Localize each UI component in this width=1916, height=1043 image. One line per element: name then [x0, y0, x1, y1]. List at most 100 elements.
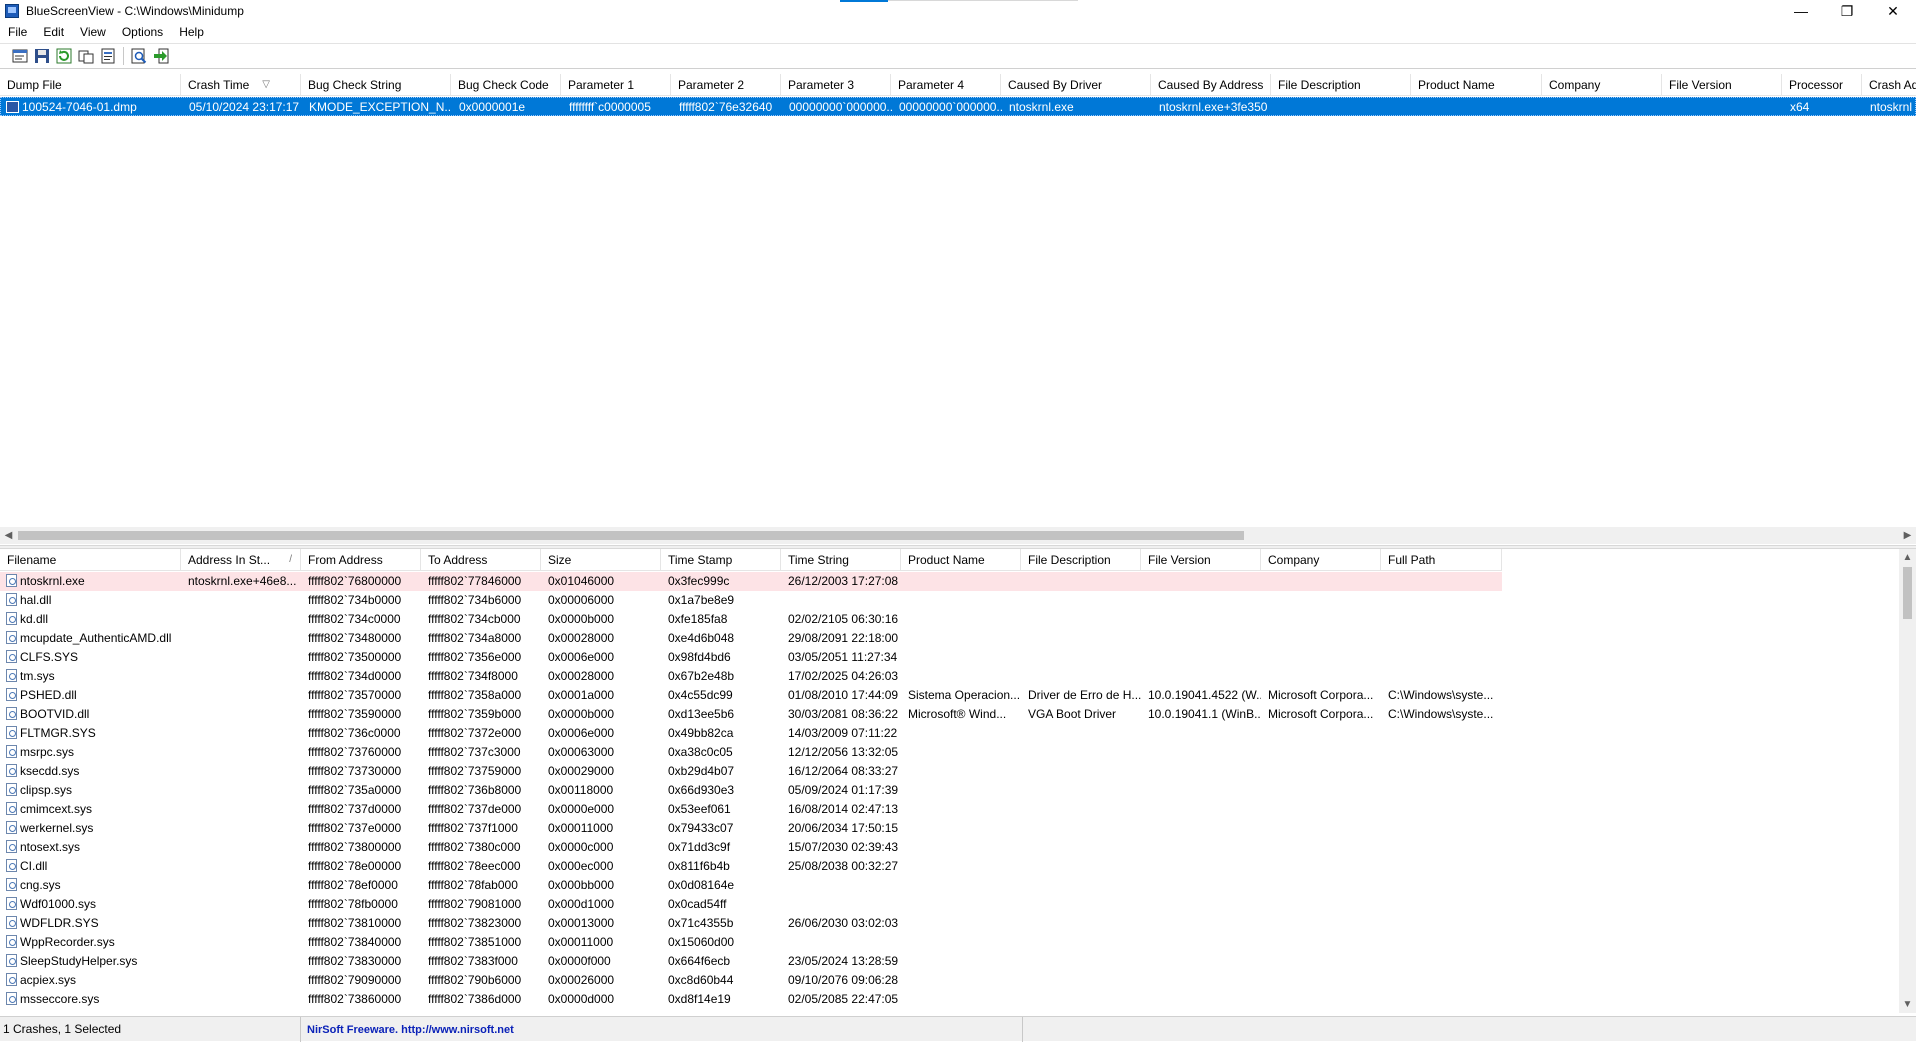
module-row[interactable]: CLFS.SYS fffff802`73500000 fffff802`7356e0… [0, 648, 1502, 667]
mod-filename: msseccore.sys [0, 990, 181, 1009]
col-parameter-1[interactable]: Parameter 1 [561, 74, 671, 96]
col-bug-check-string[interactable]: Bug Check String [301, 74, 451, 96]
crash-list-hscrollbar[interactable]: ◀ ▶ [0, 527, 1916, 544]
menu-options[interactable]: Options [114, 25, 171, 39]
col-bug-check-code[interactable]: Bug Check Code [451, 74, 561, 96]
col-processor[interactable]: Processor [1782, 74, 1862, 96]
scroll-up-arrow-icon[interactable]: ▲ [1899, 549, 1916, 566]
col-time-stamp[interactable]: Time Stamp [661, 549, 781, 571]
module-row[interactable]: cng.sys fffff802`78ef0000 fffff802`78fab00… [0, 876, 1502, 895]
mod-time-stamp: 0x0d08164e [668, 878, 735, 892]
menu-view[interactable]: View [72, 25, 114, 39]
module-row[interactable]: hal.dll fffff802`734b0000 fffff802`734b600… [0, 591, 1502, 610]
col-mod-product-name[interactable]: Product Name [901, 549, 1021, 571]
col-mod-company[interactable]: Company [1261, 549, 1381, 571]
mod-full-path [1381, 762, 1502, 781]
mod-to-address: fffff802`736b8000 [428, 783, 522, 797]
module-row[interactable]: tm.sys fffff802`734d0000 fffff802`734f8000… [0, 667, 1502, 686]
module-list-vscrollbar[interactable]: ▲ ▼ [1899, 549, 1916, 1013]
col-to-address[interactable]: To Address [421, 549, 541, 571]
mod-product-name [901, 952, 1021, 971]
exit-button[interactable] [151, 46, 171, 66]
scroll-left-arrow-icon[interactable]: ◀ [0, 527, 17, 544]
properties-button[interactable] [10, 46, 30, 66]
module-row[interactable]: FLTMGR.SYS fffff802`736c0000 fffff802`7372… [0, 724, 1502, 743]
module-row[interactable]: ntoskrnl.exe ntoskrnl.exe+46e8... fffff802… [0, 572, 1502, 591]
col-crash-time[interactable]: Crash Time ▽ [181, 74, 301, 96]
copy-button[interactable] [76, 46, 96, 66]
nirsoft-link[interactable]: NirSoft Freeware. http://www.nirsoft.net [301, 1016, 1023, 1042]
col-crash-address[interactable]: Crash Ad [1862, 74, 1916, 96]
scroll-down-arrow-icon[interactable]: ▼ [1899, 996, 1916, 1013]
module-row[interactable]: msrpc.sys fffff802`73760000 fffff802`737c3… [0, 743, 1502, 762]
mod-address-in-stack [181, 876, 301, 895]
module-row[interactable]: msseccore.sys fffff802`73860000 fffff802`7… [0, 990, 1502, 1009]
col-size[interactable]: Size [541, 549, 661, 571]
mod-full-path [1381, 971, 1502, 990]
col-from-address[interactable]: From Address [301, 549, 421, 571]
col-parameter-3[interactable]: Parameter 3 [781, 74, 891, 96]
menu-edit[interactable]: Edit [35, 25, 72, 39]
module-row[interactable]: clipsp.sys fffff802`735a0000 fffff802`736b… [0, 781, 1502, 800]
col-caused-by-address[interactable]: Caused By Address [1151, 74, 1271, 96]
col-dump-file[interactable]: Dump File [0, 74, 181, 96]
col-full-path[interactable]: Full Path [1381, 549, 1502, 571]
mod-product-name [901, 819, 1021, 838]
col-mod-file-description[interactable]: File Description [1021, 549, 1141, 571]
module-row[interactable]: ksecdd.sys fffff802`73730000 fffff802`7375… [0, 762, 1502, 781]
find-button[interactable] [129, 46, 149, 66]
mod-file-description [1021, 971, 1141, 990]
vscroll-thumb[interactable] [1903, 567, 1912, 619]
mod-file-description [1021, 781, 1141, 800]
mod-product-name [901, 572, 1021, 591]
col-filename[interactable]: Filename [0, 549, 181, 571]
parameter-4: 00000000`000000... [899, 100, 1002, 114]
module-row[interactable]: WppRecorder.sys fffff802`73840000 fffff802… [0, 933, 1502, 952]
module-row[interactable]: acpiex.sys fffff802`79090000 fffff802`790b… [0, 971, 1502, 990]
report-button[interactable] [98, 46, 118, 66]
menu-help[interactable]: Help [171, 25, 212, 39]
module-file-name: mcupdate_AuthenticAMD.dll [20, 631, 172, 645]
col-address-in-stack[interactable]: Address In St... / [181, 549, 301, 571]
module-row[interactable]: werkernel.sys fffff802`737e0000 fffff802`7… [0, 819, 1502, 838]
mod-file-description [1021, 933, 1141, 952]
col-file-description[interactable]: File Description [1271, 74, 1411, 96]
module-file-name: WDFLDR.SYS [20, 916, 99, 930]
col-parameter-4[interactable]: Parameter 4 [891, 74, 1001, 96]
module-row[interactable]: Wdf01000.sys fffff802`78fb0000 fffff802`79… [0, 895, 1502, 914]
close-button[interactable]: ✕ [1870, 0, 1916, 22]
module-row[interactable]: SleepStudyHelper.sys fffff802`73830000 fff… [0, 952, 1502, 971]
mod-full-path [1381, 914, 1502, 933]
restore-button[interactable]: ❐ [1824, 0, 1870, 22]
module-row[interactable]: BOOTVID.dll fffff802`73590000 fffff802`735… [0, 705, 1502, 724]
module-row[interactable]: kd.dll fffff802`734c0000 fffff802`734cb000… [0, 610, 1502, 629]
mod-time-string: 26/06/2030 03:02:03 [788, 916, 899, 930]
col-time-string[interactable]: Time String [781, 549, 901, 571]
module-row[interactable]: PSHED.dll fffff802`73570000 fffff802`7358a… [0, 686, 1502, 705]
module-row[interactable]: mcupdate_AuthenticAMD.dll fffff802`734800… [0, 629, 1502, 648]
mod-time-string: 25/08/2038 00:32:27 [788, 859, 899, 873]
col-parameter-2[interactable]: Parameter 2 [671, 74, 781, 96]
module-row[interactable]: cmimcext.sys fffff802`737d0000 fffff802`73… [0, 800, 1502, 819]
save-button[interactable] [32, 46, 52, 66]
col-product-name[interactable]: Product Name [1411, 74, 1542, 96]
scroll-right-arrow-icon[interactable]: ▶ [1899, 527, 1916, 544]
refresh-button[interactable] [54, 46, 74, 66]
crash-row[interactable]: 100524-7046-01.dmp 05/10/2024 23:17:17 K… [0, 97, 1916, 116]
minimize-button[interactable]: — [1778, 0, 1824, 22]
nirsoft-link-text[interactable]: NirSoft Freeware. http://www.nirsoft.net [307, 1024, 514, 1036]
col-file-version[interactable]: File Version [1662, 74, 1782, 96]
mod-file-version [1141, 971, 1261, 990]
mod-product-name [901, 933, 1021, 952]
mod-full-path [1381, 591, 1502, 610]
module-row[interactable]: ntosext.sys fffff802`73800000 fffff802`738… [0, 838, 1502, 857]
col-company[interactable]: Company [1542, 74, 1662, 96]
module-row[interactable]: WDFLDR.SYS fffff802`73810000 fffff802`7382… [0, 914, 1502, 933]
hscroll-thumb[interactable] [18, 531, 1244, 540]
menu-file[interactable]: File [0, 25, 35, 39]
mod-address-in-stack [181, 743, 301, 762]
col-mod-file-version[interactable]: File Version [1141, 549, 1261, 571]
mod-company: Microsoft Corpora... [1268, 707, 1374, 721]
col-caused-by-driver[interactable]: Caused By Driver [1001, 74, 1151, 96]
module-row[interactable]: CI.dll fffff802`78e00000 fffff802`78eec000… [0, 857, 1502, 876]
